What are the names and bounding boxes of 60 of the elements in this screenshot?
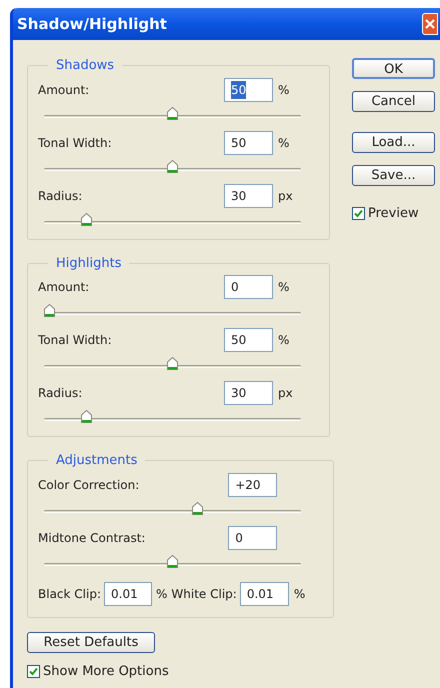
slider[interactable] xyxy=(44,360,301,373)
number-field[interactable]: 30 xyxy=(224,184,273,208)
slider[interactable] xyxy=(44,558,301,570)
unit-label: % xyxy=(277,134,290,152)
field-label: Tonal Width: xyxy=(38,134,113,152)
slider[interactable] xyxy=(44,413,301,426)
slider[interactable] xyxy=(44,307,301,320)
number-field[interactable]: +20 xyxy=(228,472,278,496)
dialog-button[interactable]: Load... xyxy=(352,132,435,153)
field-label: Amount: xyxy=(38,279,90,296)
field-label: Amount: xyxy=(38,82,90,98)
dialog-button[interactable]: OK xyxy=(352,58,435,79)
unit-label: px xyxy=(277,188,294,204)
field-label: White Clip: xyxy=(171,586,237,602)
close-icon xyxy=(424,18,436,30)
dialog-button[interactable]: Save... xyxy=(352,165,435,186)
number-field[interactable]: 0 xyxy=(228,526,278,550)
field-label: Tonal Width: xyxy=(38,332,113,349)
slider-thumb[interactable] xyxy=(80,410,92,423)
unit-label: % xyxy=(292,586,306,602)
selected-text: 50 xyxy=(231,80,246,98)
number-field[interactable]: 50 xyxy=(224,130,273,154)
window-title: Shadow/Highlight xyxy=(17,14,167,35)
slider-thumb[interactable] xyxy=(44,304,55,317)
number-field[interactable]: 50 xyxy=(224,328,273,352)
slider-thumb[interactable] xyxy=(80,212,92,226)
slider-thumb[interactable] xyxy=(167,160,178,172)
field-label: Radius: xyxy=(38,385,84,402)
field-label: Midtone Contrast: xyxy=(38,530,146,546)
slider[interactable] xyxy=(44,504,301,518)
field-label: Color Correction: xyxy=(38,476,140,494)
unit-label: % xyxy=(277,82,290,98)
number-field[interactable]: 0.01 xyxy=(240,582,289,606)
field-label: Radius: xyxy=(38,188,84,204)
slider-thumb[interactable] xyxy=(167,106,178,120)
number-field[interactable]: 50 xyxy=(224,78,273,102)
number-field[interactable]: 30 xyxy=(224,381,273,405)
group-title: Adjustments xyxy=(55,452,138,470)
slider[interactable] xyxy=(44,216,301,228)
checkbox[interactable] xyxy=(352,207,365,220)
group-title: Shadows xyxy=(55,57,116,75)
unit-label: % xyxy=(277,279,290,296)
reset-defaults-button[interactable]: Reset Defaults xyxy=(27,632,155,652)
slider-thumb[interactable] xyxy=(167,357,178,370)
preview-label: Preview xyxy=(368,205,419,223)
checkbox[interactable] xyxy=(27,664,40,678)
unit-label: % xyxy=(277,332,290,349)
dialog-button[interactable]: Cancel xyxy=(352,91,435,112)
group-title: Highlights xyxy=(55,254,122,272)
close-button[interactable] xyxy=(422,13,438,35)
unit-label: px xyxy=(277,385,294,402)
slider[interactable] xyxy=(44,162,301,176)
unit-label: % xyxy=(156,586,168,602)
slider[interactable] xyxy=(44,110,301,122)
number-field[interactable]: 0 xyxy=(224,275,273,299)
slider-thumb[interactable] xyxy=(167,554,178,568)
number-field[interactable]: 0.01 xyxy=(104,582,152,606)
slider-thumb[interactable] xyxy=(192,502,203,514)
field-label: Black Clip: xyxy=(38,586,101,602)
show-more-options-label: Show More Options xyxy=(43,662,169,680)
